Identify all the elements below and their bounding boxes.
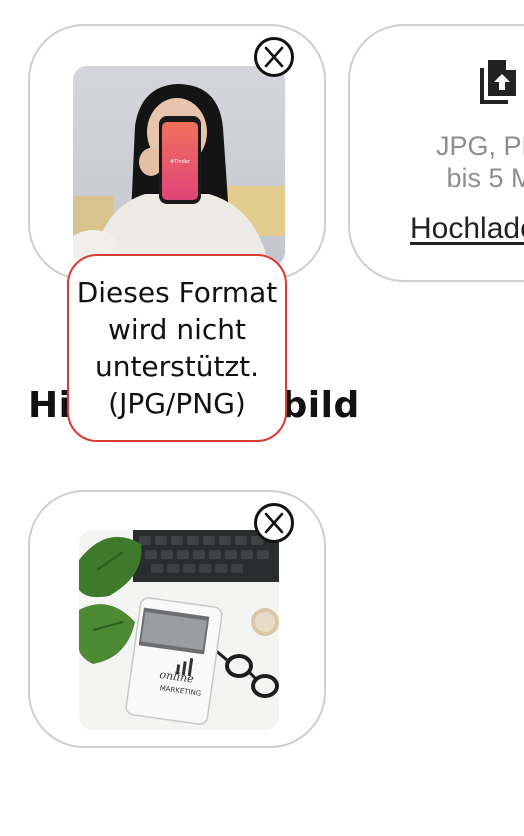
- background-image-thumbnail[interactable]: online MARKETING: [79, 530, 279, 730]
- error-message: Dieses Format wird nicht unterstützt. (J…: [76, 276, 278, 420]
- upload-hint-line1: JPG, PNG: [435, 131, 524, 161]
- image-upload-card: #Tinder: [28, 24, 326, 280]
- close-icon: [264, 512, 284, 534]
- close-icon: [264, 46, 284, 68]
- background-image-card: online MARKETING: [28, 490, 326, 748]
- phone-screen-text: #Tinder: [170, 159, 191, 165]
- uploaded-image-thumbnail[interactable]: #Tinder: [73, 66, 285, 266]
- upload-page: #Tinder JPG, PNG bis 5 MB Hochladen Hint…: [0, 0, 524, 836]
- upload-link[interactable]: Hochladen: [410, 212, 524, 246]
- upload-hint-line2: bis 5 MB: [446, 163, 524, 193]
- error-tooltip: Dieses Format wird nicht unterstützt. (J…: [67, 254, 287, 442]
- remove-image-button[interactable]: [254, 37, 294, 77]
- empty-upload-card[interactable]: JPG, PNG bis 5 MB Hochladen: [348, 24, 524, 282]
- remove-background-button[interactable]: [254, 503, 294, 543]
- upload-file-icon: [480, 60, 516, 104]
- upload-format-hint: JPG, PNG bis 5 MB: [350, 130, 524, 194]
